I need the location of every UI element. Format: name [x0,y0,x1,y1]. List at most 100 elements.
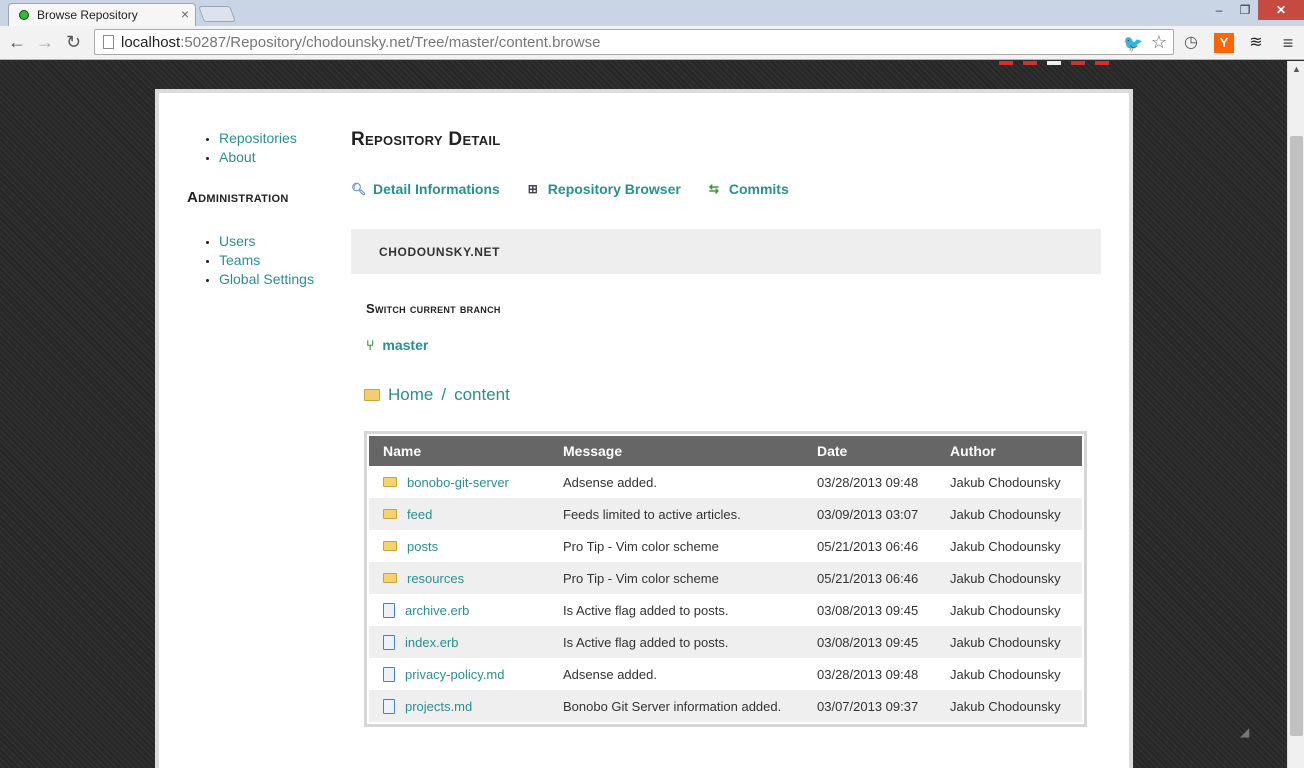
table-row[interactable]: feed Feeds limited to active articles. 03/… [369,498,1082,530]
cell-date: 03/07/2013 09:37 [803,690,936,722]
content-panel: Repositories About Administration Users … [155,89,1133,768]
sidebar-item-about[interactable]: About [219,148,347,167]
entry-link[interactable]: projects.md [405,699,472,714]
entry-link[interactable]: privacy-policy.md [405,667,504,682]
cell-author: Jakub Chodounsky [936,498,1082,530]
table-header-row: Name Message Date Author [369,436,1082,466]
address-bar[interactable]: localhost:50287/Repository/chodounsky.ne… [94,29,1174,55]
sidebar-item-global-settings[interactable]: Global Settings [219,270,347,289]
action-label: Repository Browser [547,181,681,197]
sidebar-item-repositories[interactable]: Repositories [219,129,347,148]
entry-link[interactable]: archive.erb [405,603,469,618]
cell-message: Is Active flag added to posts. [563,602,729,618]
cell-author: Jakub Chodounsky [936,562,1082,594]
sidebar-link[interactable]: Repositories [219,130,297,146]
entry-link[interactable]: resources [407,571,464,586]
cell-date: 03/08/2013 09:45 [817,602,919,618]
folder-icon [383,477,397,487]
sidebar-link[interactable]: Users [219,233,256,249]
browser-tab[interactable]: Browse Repository × [8,3,196,26]
magnifier-icon: 🔍︎ [351,182,367,196]
clock-extension-icon[interactable]: ◷ [1181,33,1201,53]
flag-icon[interactable] [1071,61,1085,65]
cell-message: Bonobo Git Server information added. [549,690,803,722]
branch-link-master[interactable]: ⑂ master [366,337,428,353]
folder-open-icon [364,389,380,401]
scrollbar-thumb[interactable] [1290,136,1303,736]
breadcrumb-home[interactable]: Home [388,385,433,405]
url-host: localhost [121,34,181,51]
branch-name: master [382,337,429,353]
cell-message: Feeds limited to active articles. [549,498,803,530]
new-tab-button[interactable] [198,6,236,22]
repository-browser-link[interactable]: ⊞ Repository Browser [526,181,681,197]
close-window-button[interactable]: ✕ [1258,0,1304,20]
maximize-button[interactable]: ❐ [1232,0,1258,20]
action-label: Detail Informations [373,181,500,197]
admin-nav: Users Teams Global Settings [187,232,347,289]
entry-link[interactable]: feed [407,507,432,522]
arrows-icon: ⇆ [708,182,719,196]
vertical-scrollbar[interactable]: ▲ [1287,61,1304,768]
sidebar-item-users[interactable]: Users [219,232,347,251]
window-controls: – ❐ ✕ [1206,0,1304,22]
cell-date: 05/21/2013 06:46 [817,538,919,554]
page-title: Repository Detail [351,129,501,150]
cell-date: 03/09/2013 03:07 [803,498,936,530]
y-extension-icon[interactable]: Y [1214,33,1234,53]
table-row[interactable]: archive.erb Is Active flag added to posts… [369,594,1082,626]
table-row[interactable]: projects.md Bonobo Git Server information… [369,690,1082,722]
file-icon [383,666,395,682]
layers-extension-icon[interactable]: ≋ [1246,33,1266,53]
binoculars-icon: ⊞ [527,182,538,196]
table-row[interactable]: posts Pro Tip - Vim color scheme 05/21/201… [369,530,1082,562]
cell-name: projects.md [369,690,549,722]
cell-name: archive.erb [369,594,549,626]
entry-link[interactable]: index.erb [405,635,458,650]
minimize-button[interactable]: – [1206,0,1232,20]
flag-icon[interactable] [999,61,1013,65]
url-text[interactable]: localhost:50287/Repository/chodounsky.ne… [121,34,600,51]
cell-name: resources [369,562,549,594]
administration-heading: Administration [187,189,289,206]
cell-author: Jakub Chodounsky [936,690,1082,722]
column-header-date: Date [803,436,936,466]
cell-date: 03/28/2013 09:48 [817,474,919,490]
table-row[interactable]: resources Pro Tip - Vim color scheme 05/21… [369,562,1082,594]
breadcrumb-current[interactable]: content [454,385,510,405]
sidebar-item-teams[interactable]: Teams [219,251,347,270]
cell-name: index.erb [369,626,549,658]
flag-icon[interactable] [1095,61,1109,65]
table-row[interactable]: bonobo-git-server Adsense added. 03/28/201… [369,466,1082,498]
cell-author: Jakub Chodounsky [950,666,1061,682]
cell-name: bonobo-git-server [369,466,549,498]
flag-icon[interactable] [1023,61,1037,65]
table-row[interactable]: index.erb Is Active flag added to posts. 0… [369,626,1082,658]
repository-actions: 🔍︎ Detail Informations ⊞ Repository Brow… [351,181,789,197]
chrome-menu-icon[interactable]: ≡ [1278,33,1298,53]
entry-link[interactable]: bonobo-git-server [407,475,509,490]
bookmark-star-icon[interactable]: ☆ [1151,32,1167,53]
page-icon [103,35,114,49]
detail-informations-link[interactable]: 🔍︎ Detail Informations [351,181,500,197]
cell-message: Pro Tip - Vim color scheme [549,562,803,594]
back-arrow-icon[interactable]: ← [8,32,26,52]
scroll-up-arrow-icon[interactable]: ▲ [1292,64,1301,74]
folder-icon [383,541,397,551]
reload-icon[interactable]: ↻ [66,32,81,52]
twitter-bird-icon[interactable]: 🐦 [1123,34,1143,54]
sidebar-link[interactable]: Global Settings [219,271,314,287]
sidebar-link[interactable]: Teams [219,252,260,268]
file-icon [383,698,395,714]
cell-name: feed [369,498,549,530]
forward-arrow-icon[interactable]: → [36,32,54,52]
column-header-message: Message [549,436,803,466]
flag-icon[interactable] [1047,61,1061,65]
column-header-author: Author [936,436,1082,466]
sidebar-link[interactable]: About [219,149,256,165]
commits-link[interactable]: ⇆ Commits [707,181,789,197]
entry-link[interactable]: posts [407,539,438,554]
table-row[interactable]: privacy-policy.md Adsense added. 03/28/201… [369,658,1082,690]
file-icon [383,602,395,618]
tab-close-icon[interactable]: × [181,6,189,22]
